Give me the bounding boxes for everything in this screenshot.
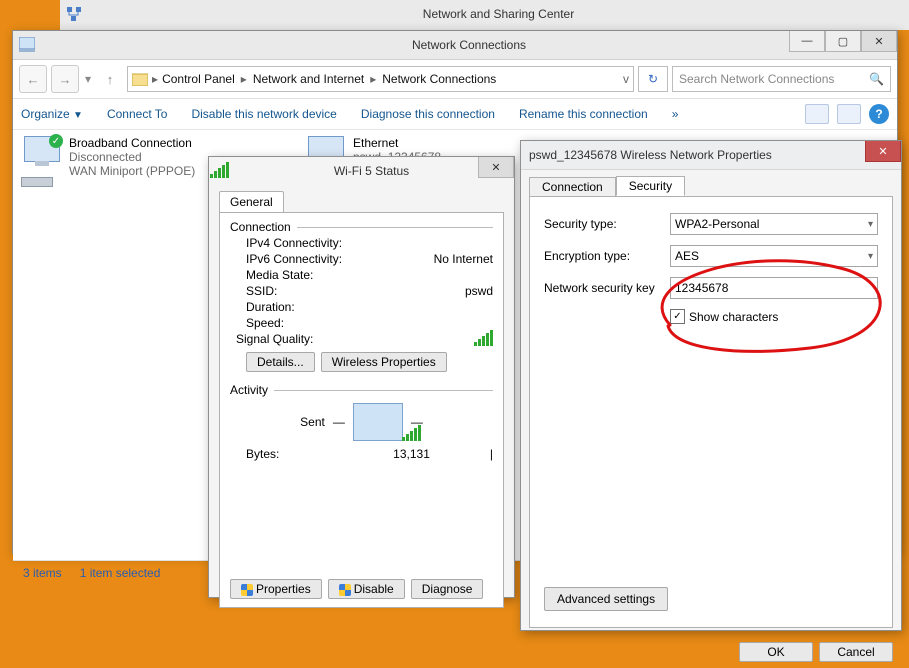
refresh-button[interactable]: ↻	[638, 66, 668, 92]
dialog-title: Wi-Fi 5 Status	[229, 164, 514, 178]
organize-menu[interactable]: Organize ▼	[21, 107, 83, 121]
signal-icon	[209, 164, 229, 178]
breadcrumb-item[interactable]: Network and Internet	[253, 72, 364, 86]
activity-icon	[353, 403, 403, 441]
bytes-label: Bytes:	[246, 447, 356, 461]
ipv6-label: IPv6 Connectivity:	[246, 252, 356, 266]
shield-icon	[241, 584, 253, 596]
security-type-label: Security type:	[544, 217, 670, 231]
disable-button[interactable]: Disable	[328, 579, 405, 599]
tab-general[interactable]: General	[219, 191, 284, 212]
back-button[interactable]: ←	[19, 65, 47, 93]
encryption-type-select[interactable]: AES▾	[670, 245, 878, 267]
folder-icon	[132, 72, 148, 86]
more-commands[interactable]: »	[672, 107, 679, 121]
connection-detail: WAN Miniport (PPPOE)	[69, 164, 195, 178]
show-characters-checkbox[interactable]: ✓ Show characters	[670, 309, 878, 324]
network-key-input[interactable]	[670, 277, 878, 299]
preview-pane-button[interactable]	[837, 104, 861, 124]
chevron-down-icon: ▾	[868, 251, 873, 262]
close-button[interactable]: ✕	[478, 157, 514, 178]
ipv6-value: No Internet	[434, 252, 493, 266]
connect-to-button[interactable]: Connect To	[107, 107, 168, 121]
window-title: Network Connections	[41, 38, 897, 52]
advanced-settings-button[interactable]: Advanced settings	[544, 587, 668, 611]
breadcrumb-item[interactable]: Control Panel	[162, 72, 235, 86]
ok-button[interactable]: OK	[739, 642, 813, 662]
up-button[interactable]: ↑	[97, 66, 123, 92]
search-icon: 🔍	[869, 72, 884, 86]
connection-name: Ethernet	[353, 136, 441, 150]
wireless-properties-dialog: pswd_12345678 Wireless Network Propertie…	[520, 140, 902, 631]
ssid-value: pswd	[465, 284, 493, 298]
dialog-title: pswd_12345678 Wireless Network Propertie…	[521, 148, 901, 162]
group-activity-label: Activity	[230, 383, 274, 397]
search-placeholder: Search Network Connections	[679, 72, 834, 86]
group-connection-label: Connection	[230, 220, 297, 234]
ipv4-label: IPv4 Connectivity:	[246, 236, 356, 250]
wifi-status-dialog: Wi-Fi 5 Status ✕ General Connection IPv4…	[208, 156, 515, 598]
minimize-button[interactable]: —	[789, 31, 825, 52]
details-button[interactable]: Details...	[246, 352, 315, 372]
close-button[interactable]: ✕	[865, 141, 901, 162]
encryption-type-label: Encryption type:	[544, 249, 670, 263]
disable-device-button[interactable]: Disable this network device	[191, 107, 336, 121]
history-dropdown[interactable]: ▾	[83, 72, 93, 86]
checkbox-icon: ✓	[670, 309, 685, 324]
address-bar[interactable]: ▸ Control Panel▸ Network and Internet▸ N…	[127, 66, 634, 92]
status-item-count: 3 items	[23, 566, 62, 580]
close-button[interactable]: ✕	[861, 31, 897, 52]
nsc-title: Network and Sharing Center	[88, 7, 909, 21]
speed-label: Speed:	[246, 316, 356, 330]
network-key-label: Network security key	[544, 281, 670, 295]
signal-quality-label: Signal Quality:	[236, 332, 313, 346]
properties-button[interactable]: Properties	[230, 579, 322, 599]
status-selected: 1 item selected	[80, 566, 161, 580]
show-characters-label: Show characters	[689, 310, 778, 324]
sent-label: Sent	[300, 415, 325, 429]
maximize-button[interactable]: ▢	[825, 31, 861, 52]
media-state-label: Media State:	[246, 268, 356, 282]
ssid-label: SSID:	[246, 284, 356, 298]
security-type-select[interactable]: WPA2-Personal▾	[670, 213, 878, 235]
nsc-icon	[66, 6, 82, 22]
cancel-button[interactable]: Cancel	[819, 642, 893, 662]
help-button[interactable]: ?	[869, 104, 889, 124]
view-options-button[interactable]	[805, 104, 829, 124]
chevron-down-icon: ▾	[868, 219, 873, 230]
search-input[interactable]: Search Network Connections 🔍	[672, 66, 891, 92]
wireless-properties-button[interactable]: Wireless Properties	[321, 352, 447, 372]
connection-icon: ✓	[21, 136, 63, 187]
breadcrumb-item[interactable]: Network Connections	[382, 72, 496, 86]
bytes-sent-value: 13,131	[393, 447, 430, 461]
duration-label: Duration:	[246, 300, 356, 314]
diagnose-button[interactable]: Diagnose	[411, 579, 484, 599]
forward-button[interactable]: →	[51, 65, 79, 93]
app-icon	[19, 37, 35, 53]
connection-name: Broadband Connection	[69, 136, 195, 150]
tab-security[interactable]: Security	[616, 176, 685, 196]
shield-icon	[339, 584, 351, 596]
rename-button[interactable]: Rename this connection	[519, 107, 648, 121]
connection-status: Disconnected	[69, 150, 195, 164]
signal-icon	[474, 332, 493, 346]
tab-connection[interactable]: Connection	[529, 177, 616, 197]
diagnose-button[interactable]: Diagnose this connection	[361, 107, 495, 121]
